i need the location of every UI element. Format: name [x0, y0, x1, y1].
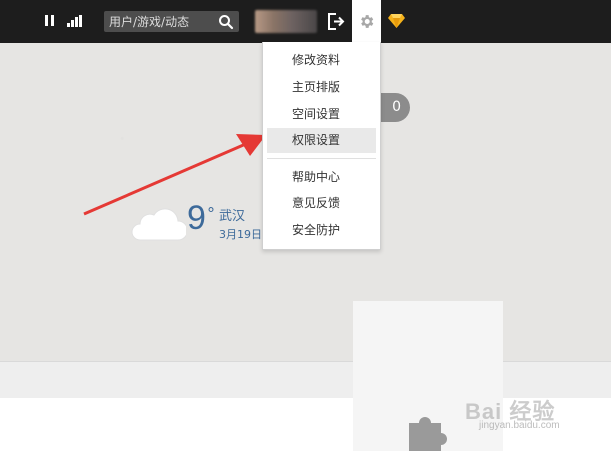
menu-item-feedback[interactable]: 意见反馈	[267, 191, 376, 216]
top-bar	[0, 0, 611, 43]
notification-badge[interactable]: 0	[377, 93, 410, 122]
menu-item-edit-profile[interactable]: 修改资料	[267, 48, 376, 73]
avatar[interactable]	[255, 10, 317, 33]
weather-date: 3月19日	[219, 228, 262, 241]
puzzle-icon	[409, 417, 447, 451]
search-icon[interactable]	[218, 14, 234, 30]
diamond-icon[interactable]	[387, 13, 406, 29]
pause-icon[interactable]	[44, 15, 56, 27]
signal-icon[interactable]	[67, 15, 83, 27]
menu-item-security[interactable]: 安全防护	[267, 218, 376, 243]
search-input[interactable]	[109, 11, 215, 32]
logout-icon[interactable]	[327, 13, 345, 30]
red-arrow-annotation	[83, 134, 266, 216]
menu-item-homepage-layout[interactable]: 主页排版	[267, 75, 376, 100]
gear-icon[interactable]	[358, 13, 375, 30]
watermark: Bai 经验 jingyan.baidu.com	[465, 399, 560, 431]
menu-item-permission-settings[interactable]: 权限设置	[267, 128, 376, 153]
settings-dropdown-menu: 修改资料 主页排版 空间设置 权限设置 帮助中心 意见反馈 安全防护	[262, 42, 381, 250]
search-box	[104, 11, 239, 32]
menu-item-space-settings[interactable]: 空间设置	[267, 102, 376, 127]
menu-item-help-center[interactable]: 帮助中心	[267, 165, 376, 190]
menu-divider	[267, 158, 376, 159]
